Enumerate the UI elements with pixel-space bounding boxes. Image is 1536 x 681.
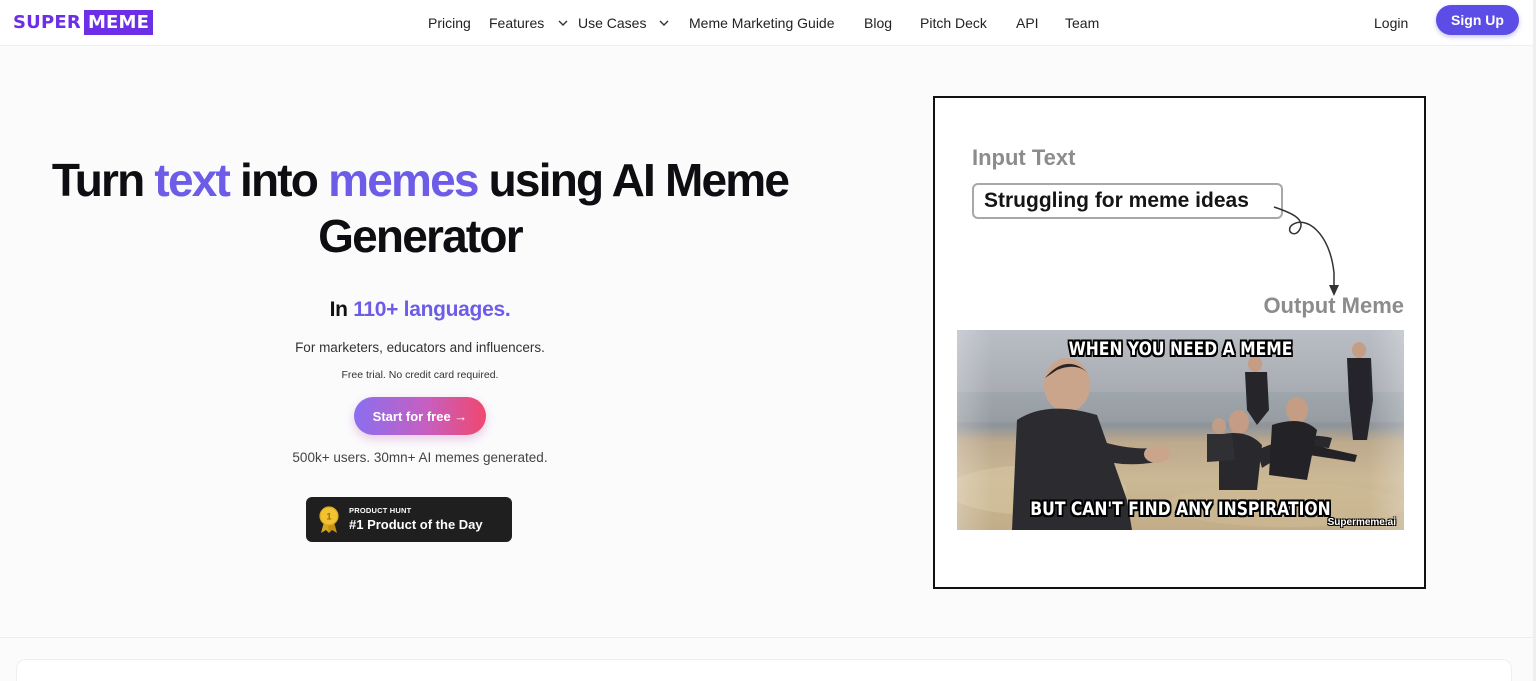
product-hunt-badge[interactable]: 1 PRODUCT HUNT #1 Product of the Day	[306, 497, 512, 542]
headline-accent-memes: memes	[328, 154, 479, 206]
nav-link-features[interactable]: Features	[489, 13, 544, 33]
input-text-label: Input Text	[972, 145, 1076, 170]
headline-part-1: Turn	[51, 154, 155, 206]
input-text-example: Struggling for meme ideas	[972, 183, 1283, 219]
nav-link-meme-marketing-guide[interactable]: Meme Marketing Guide	[689, 13, 835, 33]
meme-bottom-caption: BUT CAN'T FIND ANY INSPIRATION	[1030, 498, 1331, 520]
next-section-card	[16, 659, 1512, 681]
meme-output-image: WHEN YOU NEED A MEME BUT CAN'T FIND ANY …	[957, 330, 1404, 530]
nav-link-team[interactable]: Team	[1065, 13, 1099, 33]
nav-link-pricing[interactable]: Pricing	[428, 13, 471, 33]
medal-icon: 1	[319, 506, 339, 533]
trial-note: Free trial. No credit card required.	[341, 369, 499, 381]
top-navbar: SUPER MEME Pricing Features Use Cases Me…	[0, 0, 1536, 46]
nav-links: Pricing Features Use Cases Meme Marketin…	[0, 13, 1536, 33]
languages-line: In 110+ languages.	[220, 298, 620, 322]
hero-headline: Turn text into memes using AI Meme Gener…	[20, 152, 820, 264]
nav-link-blog[interactable]: Blog	[864, 13, 892, 33]
start-for-free-button[interactable]: Start for free →	[354, 397, 486, 435]
meme-watermark: Supermeme.ai	[1327, 517, 1396, 528]
languages-accent: 110+ languages.	[353, 298, 511, 321]
section-divider	[0, 637, 1536, 638]
product-hunt-label: PRODUCT HUNT	[349, 506, 412, 515]
usage-stats: 500k+ users. 30mn+ AI memes generated.	[292, 450, 548, 465]
curved-arrow-icon	[1273, 206, 1339, 296]
features-chevron-down-icon[interactable]	[557, 17, 569, 29]
meme-top-caption: WHEN YOU NEED A MEME	[1068, 338, 1293, 360]
headline-part-2: into	[229, 154, 329, 206]
use-cases-chevron-down-icon[interactable]	[658, 17, 670, 29]
nav-link-use-cases[interactable]: Use Cases	[578, 13, 646, 33]
signup-button[interactable]: Sign Up	[1436, 5, 1519, 35]
product-of-the-day-label: #1 Product of the Day	[349, 517, 483, 532]
nav-link-api[interactable]: API	[1016, 13, 1039, 33]
languages-prefix: In	[329, 298, 354, 321]
headline-accent-text: text	[154, 154, 230, 206]
login-link[interactable]: Login	[1374, 13, 1408, 33]
meme-demo-illustration: Input Text Struggling for meme ideas Out…	[933, 96, 1426, 589]
medal-number: 1	[326, 512, 331, 522]
nav-link-pitch-deck[interactable]: Pitch Deck	[920, 13, 987, 33]
audience-text: For marketers, educators and influencers…	[295, 340, 545, 355]
output-meme-label: Output Meme	[1263, 293, 1404, 318]
